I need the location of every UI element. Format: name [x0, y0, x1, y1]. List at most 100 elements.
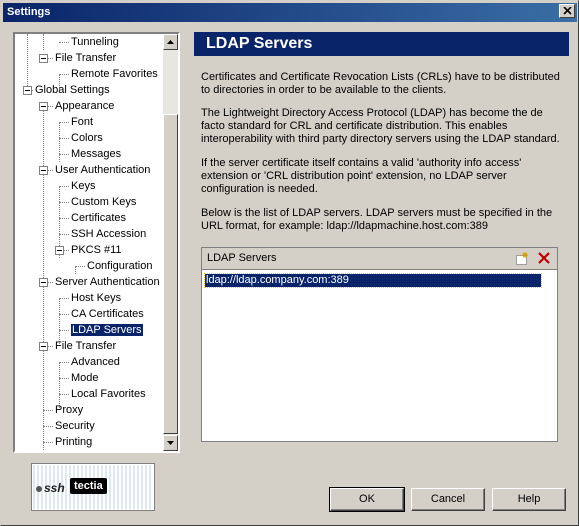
collapse-icon[interactable]: [39, 342, 48, 351]
tree-item[interactable]: CA Certificates: [71, 306, 144, 322]
close-icon: [563, 7, 572, 15]
tree-item[interactable]: Custom Keys: [71, 194, 136, 210]
tree-item[interactable]: Configuration: [87, 258, 152, 274]
collapse-icon[interactable]: [39, 54, 48, 63]
tree-item[interactable]: Advanced: [71, 354, 120, 370]
collapse-icon[interactable]: [39, 102, 48, 111]
ok-button[interactable]: OK: [329, 487, 405, 512]
collapse-icon[interactable]: [39, 166, 48, 175]
tree-item-label: CA Certificates: [71, 308, 144, 320]
collapse-icon[interactable]: [39, 278, 48, 287]
tree-item[interactable]: Font: [71, 114, 93, 130]
tree-line: [59, 314, 69, 315]
tree-item[interactable]: Messages: [71, 146, 121, 162]
logo-ssh-text: ssh: [44, 481, 65, 495]
list-title: LDAP Servers: [207, 252, 277, 264]
scroll-thumb[interactable]: [163, 114, 178, 434]
arrow-up-icon: [167, 40, 174, 44]
title-bar: Settings: [3, 3, 577, 22]
tree-item[interactable]: LDAP Servers: [71, 322, 143, 338]
tree-item-label: User Authentication: [55, 164, 151, 176]
ldap-server-list[interactable]: LDAP Servers ldap://ldap.company.com:389: [201, 247, 558, 442]
tree-line: [59, 74, 69, 75]
tree-item[interactable]: Proxy: [55, 402, 83, 418]
tree-item[interactable]: Certificates: [71, 210, 126, 226]
tree-line: [59, 218, 69, 219]
list-paragraph: Below is the list of LDAP servers. LDAP …: [201, 207, 553, 232]
collapse-icon[interactable]: [55, 246, 64, 255]
tree-item[interactable]: Printing: [55, 434, 92, 450]
tree-line: [59, 122, 69, 123]
tree-item[interactable]: Local Favorites: [71, 386, 146, 402]
tree-item[interactable]: Security: [55, 418, 95, 434]
tree-item-label: Local Favorites: [71, 388, 146, 400]
tree-line: [59, 186, 69, 187]
tree-item-label: Remote Favorites: [71, 68, 158, 80]
settings-dialog: Settings Tunneling File Transfer Remote Fa…: [0, 0, 579, 526]
tree-scrollbar[interactable]: [163, 34, 178, 451]
tree-item-label: Server Authentication: [55, 276, 160, 288]
tree-item-label: Custom Keys: [71, 196, 137, 208]
tree-item-label: Keys: [71, 180, 96, 192]
tree-item[interactable]: Global Settings: [35, 82, 110, 98]
tree-item[interactable]: File Transfer: [55, 338, 116, 354]
cancel-button[interactable]: Cancel: [411, 488, 485, 511]
tree-item[interactable]: File Transfer: [55, 50, 116, 66]
ssh-tectia-logo: ssh tectia: [31, 463, 155, 511]
help-button[interactable]: Help: [492, 488, 566, 511]
arrow-down-icon: [167, 441, 174, 445]
tree-line: [59, 154, 69, 155]
tree-item-label: Appearance: [55, 100, 115, 112]
tree-item-label: Global Settings: [35, 84, 110, 96]
tree-item-label: Proxy: [55, 404, 84, 416]
add-server-icon[interactable]: [515, 252, 529, 266]
tree-line: [59, 138, 69, 139]
tree-line: [59, 330, 69, 331]
tree-item[interactable]: User Authentication: [55, 162, 150, 178]
tree-item[interactable]: Tunneling: [71, 34, 119, 50]
tree-item-label: Font: [71, 116, 94, 128]
tree-line: [59, 362, 69, 363]
list-header: LDAP Servers: [202, 248, 557, 270]
tree-item[interactable]: Server Authentication: [55, 274, 160, 290]
tree-line: [59, 122, 60, 162]
intro-paragraph: Certificates and Certificate Revocation …: [201, 71, 560, 96]
tree-item-label: Security: [55, 420, 95, 432]
tree-item-label: Colors: [71, 132, 103, 144]
tree-item-label: LDAP Servers: [71, 324, 143, 336]
tree-item[interactable]: Remote Favorites: [71, 66, 158, 82]
ldap-paragraph: The Lightweight Directory Access Protoco…: [201, 107, 560, 145]
tree-item[interactable]: Colors: [71, 130, 103, 146]
close-button[interactable]: [559, 4, 575, 18]
tree-item-label: File Transfer: [55, 340, 117, 352]
tree-line: [43, 410, 53, 411]
tree-item-label: Printing: [55, 436, 93, 448]
tree-item[interactable]: PKCS #11: [71, 242, 122, 258]
tree-item-label: Configuration: [87, 260, 153, 272]
tree-item[interactable]: Keys: [71, 178, 95, 194]
tree-item[interactable]: SSH Accession: [71, 226, 146, 242]
tree-line: [59, 234, 69, 235]
tree-item[interactable]: Mode: [71, 370, 99, 386]
tree-item-label: Messages: [71, 148, 122, 160]
scroll-down-button[interactable]: [163, 435, 178, 451]
scroll-up-button[interactable]: [163, 34, 178, 50]
tree-content: Tunneling File Transfer Remote Favorites Gl…: [15, 34, 165, 451]
tree-line: [59, 202, 69, 203]
tree-item-label: Host Keys: [71, 292, 122, 304]
tree-line: [75, 266, 85, 267]
list-item[interactable]: ldap://ldap.company.com:389: [204, 273, 542, 288]
tree-item-label: Tunneling: [71, 36, 119, 48]
delete-server-icon[interactable]: [537, 251, 551, 265]
tree-item[interactable]: Host Keys: [71, 290, 121, 306]
extension-paragraph: If the server certificate itself contain…: [201, 157, 522, 195]
tree-item[interactable]: Appearance: [55, 98, 114, 114]
tree-line: [59, 378, 69, 379]
logo-dot-icon: [36, 486, 42, 492]
tree-item-label: Mode: [71, 372, 99, 384]
settings-tree[interactable]: Tunneling File Transfer Remote Favorites Gl…: [13, 32, 180, 453]
collapse-icon[interactable]: [23, 86, 32, 95]
tree-item-label: SSH Accession: [71, 228, 147, 240]
tree-item-label: Certificates: [71, 212, 127, 224]
tree-line: [75, 266, 76, 274]
